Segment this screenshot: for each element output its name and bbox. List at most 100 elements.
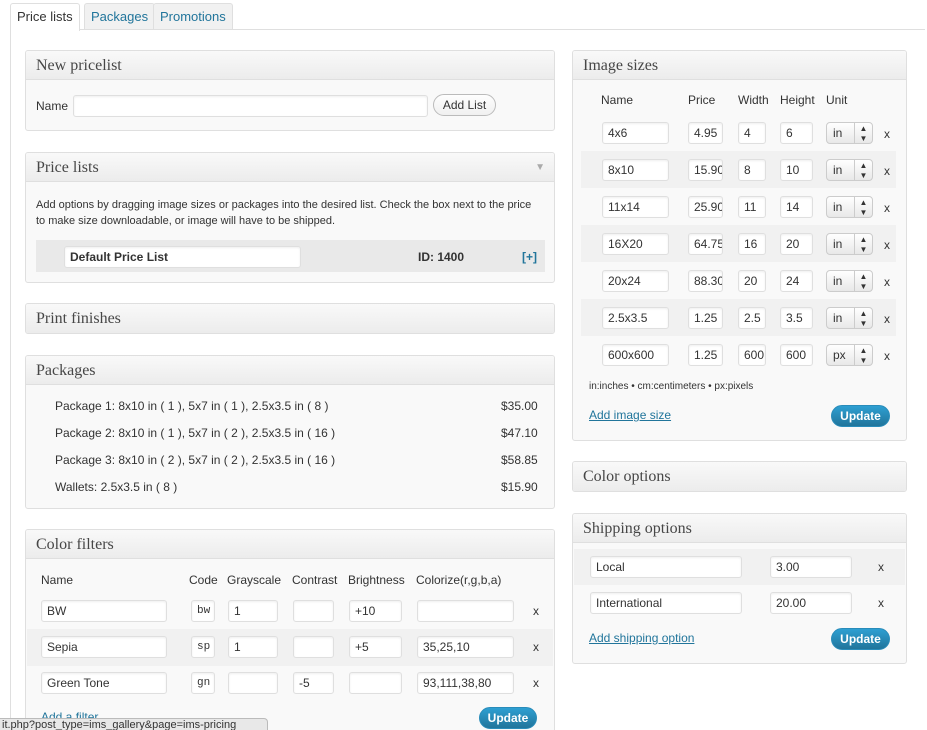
table-row: 4x6 4.95 4 6 in ▲ ▼ x <box>581 114 896 151</box>
image-sizes-title: Image sizes <box>573 51 906 80</box>
remove-filter-button[interactable]: x <box>533 676 539 690</box>
table-row: 11x14 25.90 11 14 in ▲ ▼ x <box>581 188 896 225</box>
remove-shipping-button[interactable]: x <box>878 560 884 574</box>
filter-code-input[interactable]: gn <box>191 672 215 694</box>
add-image-size-link[interactable]: Add image size <box>589 408 671 422</box>
select-arrows-icon: ▲ ▼ <box>854 234 872 254</box>
filter-grayscale-input[interactable] <box>228 672 278 694</box>
price-lists-title: Price lists ▼ <box>26 153 554 182</box>
image-sizes-update-button[interactable]: Update <box>831 405 890 427</box>
size-height-input[interactable]: 14 <box>780 196 813 218</box>
add-list-button[interactable]: Add List <box>433 94 496 116</box>
size-price-input[interactable]: 4.95 <box>688 122 723 144</box>
remove-size-button[interactable]: x <box>884 349 890 363</box>
size-width-input[interactable]: 8 <box>738 159 766 181</box>
size-unit-select[interactable]: in ▲ ▼ <box>826 122 873 144</box>
filter-brightness-input[interactable]: +10 <box>349 600 402 622</box>
filter-name-input[interactable]: BW <box>41 600 167 622</box>
size-width-input[interactable]: 4 <box>738 122 766 144</box>
remove-size-button[interactable]: x <box>884 275 890 289</box>
shipping-price-input[interactable]: 20.00 <box>770 592 852 614</box>
remove-size-button[interactable]: x <box>884 238 890 252</box>
size-price-input[interactable]: 64.75 <box>688 233 723 255</box>
size-height-input[interactable]: 6 <box>780 122 813 144</box>
col-header-contrast: Contrast <box>292 573 338 587</box>
remove-size-button[interactable]: x <box>884 201 890 215</box>
tab-price-lists[interactable]: Price lists <box>10 3 80 31</box>
size-width-input[interactable]: 2.5 <box>738 307 766 329</box>
add-shipping-option-link[interactable]: Add shipping option <box>589 631 694 645</box>
filter-colorize-input[interactable] <box>417 600 514 622</box>
table-row: International 20.00 x <box>574 585 905 621</box>
size-width-input[interactable]: 16 <box>738 233 766 255</box>
shipping-update-button[interactable]: Update <box>831 628 890 650</box>
size-unit-select[interactable]: in ▲ ▼ <box>826 270 873 292</box>
price-list-name-input[interactable]: Default Price List <box>64 246 301 268</box>
tab-promotions[interactable]: Promotions <box>153 3 233 30</box>
table-row: 20x24 88.30 20 24 in ▲ ▼ x <box>581 262 896 299</box>
size-name-input[interactable]: 600x600 <box>602 344 669 366</box>
filter-brightness-input[interactable]: +5 <box>349 636 402 658</box>
print-finishes-title: Print finishes <box>26 304 554 333</box>
size-unit-select[interactable]: in ▲ ▼ <box>826 233 873 255</box>
remove-size-button[interactable]: x <box>884 127 890 141</box>
filter-name-input[interactable]: Sepia <box>41 636 167 658</box>
size-unit-select[interactable]: in ▲ ▼ <box>826 196 873 218</box>
filter-code-input[interactable]: bw <box>191 600 215 622</box>
size-height-input[interactable]: 20 <box>780 233 813 255</box>
filter-contrast-input[interactable]: -5 <box>293 672 334 694</box>
expand-list-button[interactable]: [+] <box>522 250 537 264</box>
size-height-input[interactable]: 10 <box>780 159 813 181</box>
package-name: Package 1: 8x10 in ( 1 ), 5x7 in ( 1 ), … <box>55 399 329 413</box>
size-name-input[interactable]: 4x6 <box>602 122 669 144</box>
pricelist-name-input[interactable] <box>73 95 428 117</box>
size-width-input[interactable]: 11 <box>738 196 766 218</box>
size-height-input[interactable]: 600 <box>780 344 813 366</box>
unit-value: in <box>833 163 843 177</box>
price-list-id: ID: 1400 <box>418 250 465 264</box>
remove-shipping-button[interactable]: x <box>878 596 884 610</box>
filter-contrast-input[interactable] <box>293 600 334 622</box>
filters-update-button[interactable]: Update <box>479 707 537 729</box>
tab-packages[interactable]: Packages <box>84 3 156 30</box>
size-width-input[interactable]: 600 <box>738 344 766 366</box>
filter-contrast-input[interactable] <box>293 636 334 658</box>
filter-grayscale-input[interactable]: 1 <box>228 636 278 658</box>
shipping-name-input[interactable]: Local <box>590 556 742 578</box>
size-height-input[interactable]: 3.5 <box>780 307 813 329</box>
size-name-input[interactable]: 11x14 <box>602 196 669 218</box>
size-name-input[interactable]: 8x10 <box>602 159 669 181</box>
select-arrows-icon: ▲ ▼ <box>854 308 872 328</box>
size-price-input[interactable]: 1.25 <box>688 307 723 329</box>
filter-colorize-input[interactable]: 35,25,10 <box>417 636 514 658</box>
filter-grayscale-input[interactable]: 1 <box>228 600 278 622</box>
unit-value: in <box>833 311 843 325</box>
size-price-input[interactable]: 15.90 <box>688 159 723 181</box>
remove-size-button[interactable]: x <box>884 164 890 178</box>
price-lists-description: Add options by dragging image sizes or p… <box>36 199 532 227</box>
color-options-box[interactable]: Color options <box>572 461 907 492</box>
price-list-item[interactable]: Default Price List ID: 1400 [+] <box>36 240 545 272</box>
filter-brightness-input[interactable] <box>349 672 402 694</box>
print-finishes-box[interactable]: Print finishes <box>25 303 555 334</box>
size-unit-select[interactable]: px ▲ ▼ <box>826 344 873 366</box>
size-name-input[interactable]: 2.5x3.5 <box>602 307 669 329</box>
remove-size-button[interactable]: x <box>884 312 890 326</box>
size-name-input[interactable]: 16X20 <box>602 233 669 255</box>
remove-filter-button[interactable]: x <box>533 604 539 618</box>
shipping-name-input[interactable]: International <box>590 592 742 614</box>
filter-name-input[interactable]: Green Tone <box>41 672 167 694</box>
collapse-toggle-icon[interactable]: ▼ <box>535 153 545 182</box>
size-unit-select[interactable]: in ▲ ▼ <box>826 307 873 329</box>
filter-code-input[interactable]: sp <box>191 636 215 658</box>
size-price-input[interactable]: 88.30 <box>688 270 723 292</box>
size-width-input[interactable]: 20 <box>738 270 766 292</box>
shipping-price-input[interactable]: 3.00 <box>770 556 852 578</box>
size-price-input[interactable]: 1.25 <box>688 344 723 366</box>
size-name-input[interactable]: 20x24 <box>602 270 669 292</box>
filter-colorize-input[interactable]: 93,111,38,80 <box>417 672 514 694</box>
size-unit-select[interactable]: in ▲ ▼ <box>826 159 873 181</box>
size-height-input[interactable]: 24 <box>780 270 813 292</box>
remove-filter-button[interactable]: x <box>533 640 539 654</box>
size-price-input[interactable]: 25.90 <box>688 196 723 218</box>
